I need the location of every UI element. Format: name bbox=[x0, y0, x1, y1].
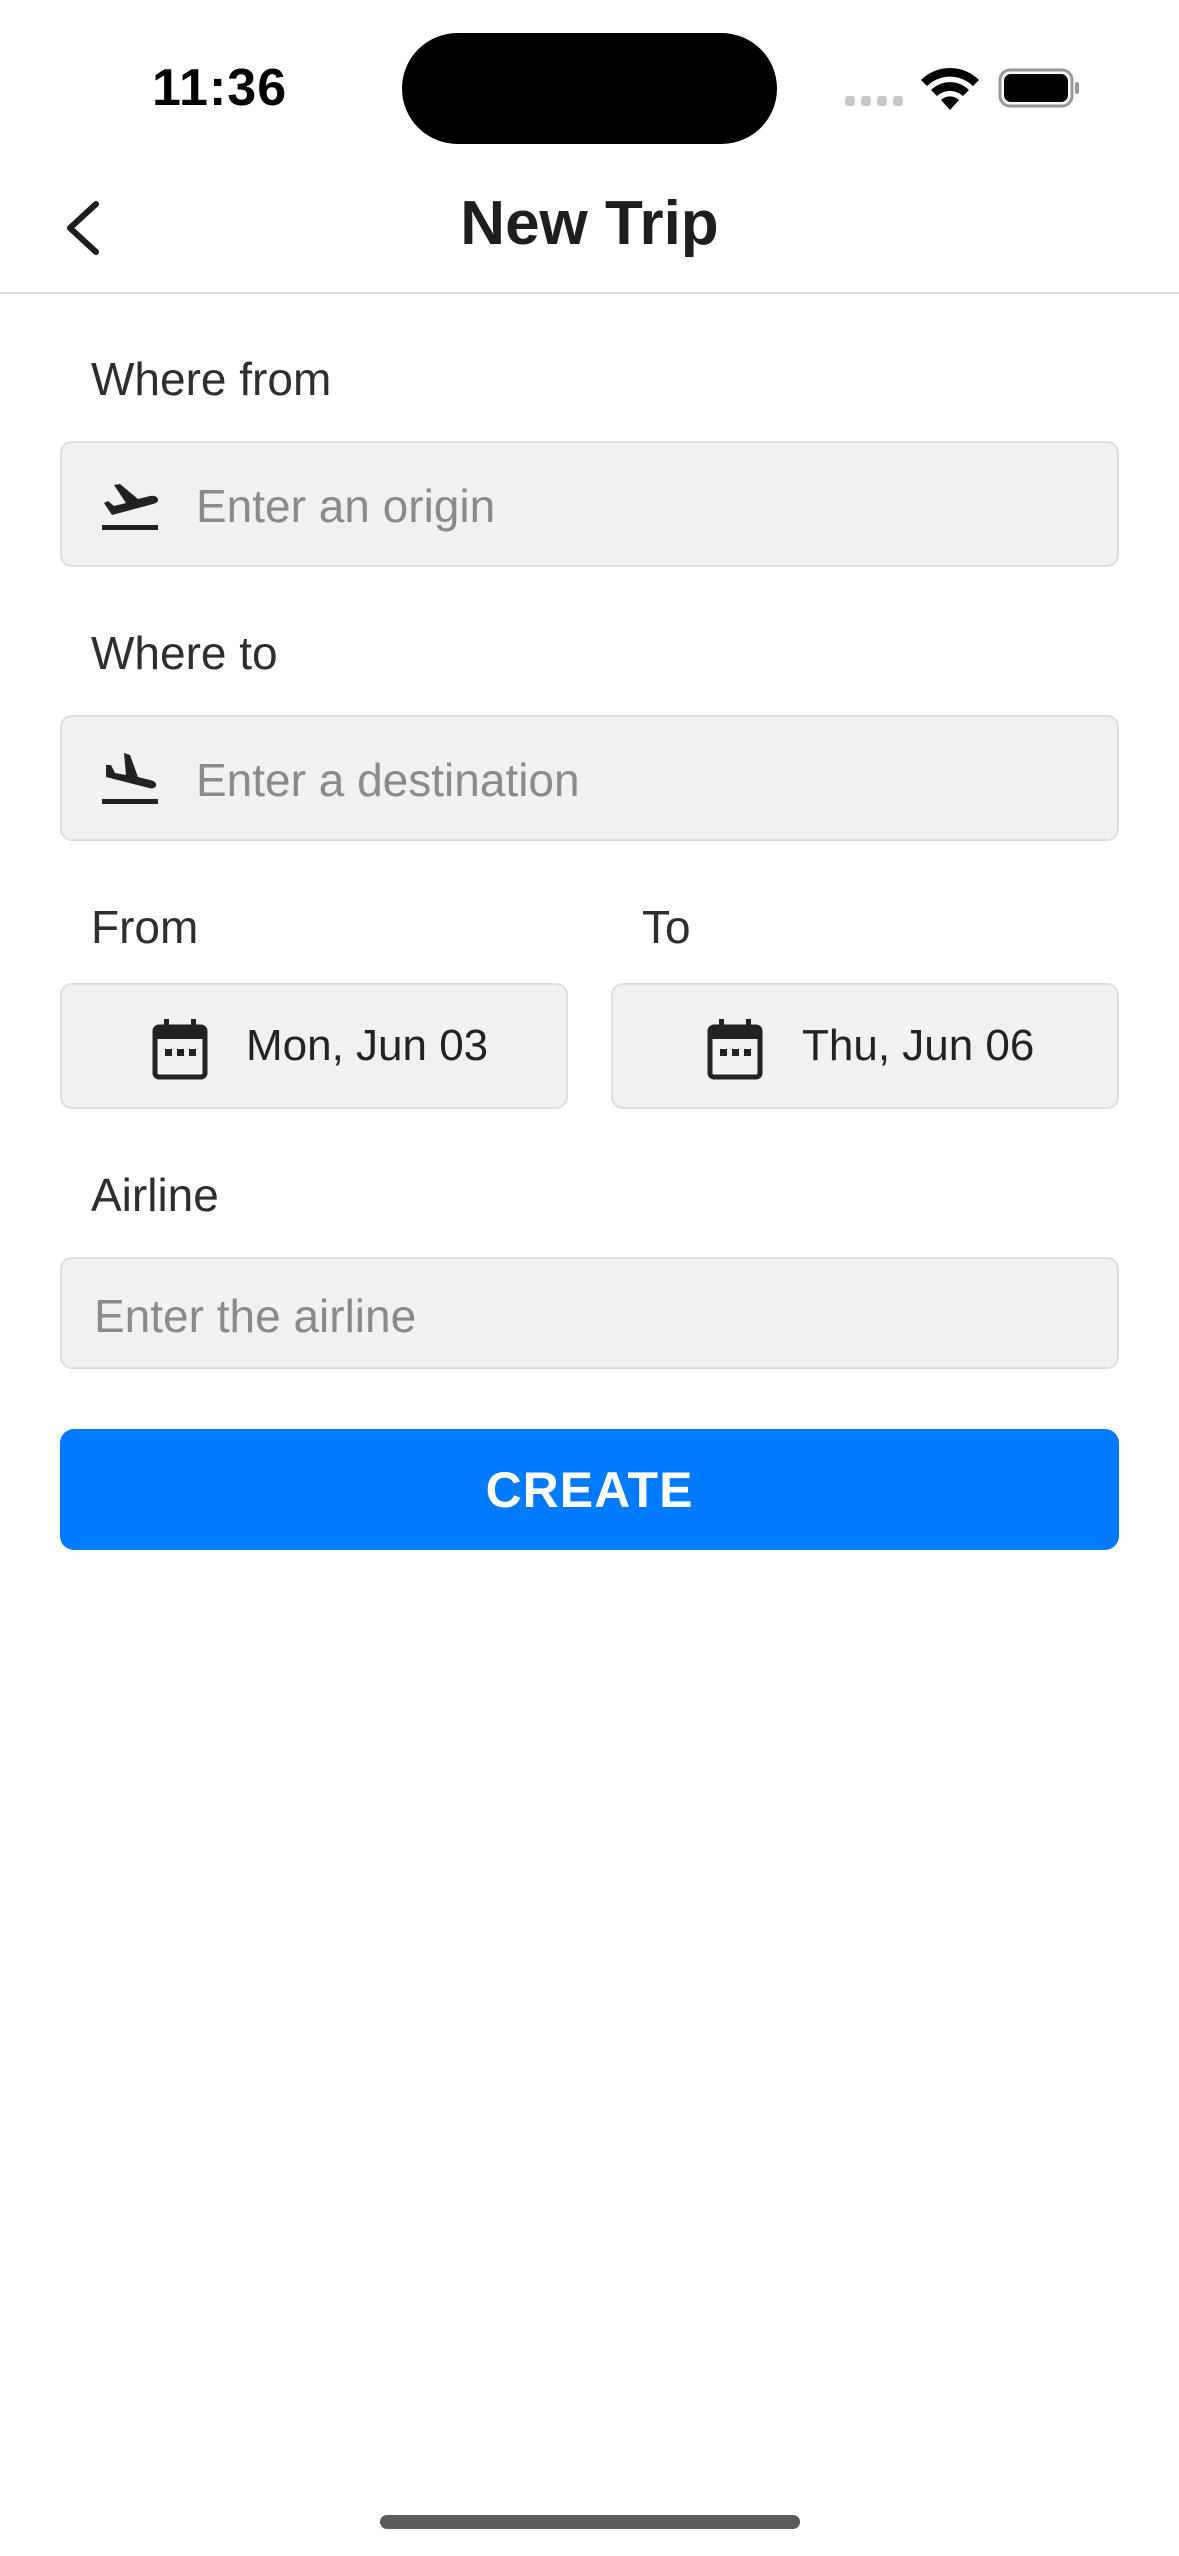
to-date-picker[interactable]: Thu, Jun 06 bbox=[611, 983, 1119, 1109]
create-button[interactable]: CREATE bbox=[60, 1429, 1119, 1550]
from-date-label: From bbox=[91, 901, 199, 953]
destination-input[interactable]: Enter a destination bbox=[60, 715, 1119, 841]
page-title: New Trip bbox=[460, 189, 719, 258]
origin-label: Where from bbox=[91, 353, 332, 405]
battery-icon bbox=[998, 68, 1079, 108]
origin-placeholder: Enter an origin bbox=[196, 480, 496, 532]
airline-input[interactable]: Enter the airline bbox=[60, 1257, 1119, 1369]
status-time: 11:36 bbox=[152, 59, 288, 117]
dynamic-island bbox=[402, 33, 777, 144]
airplane-takeoff-icon bbox=[102, 484, 158, 530]
airline-label: Airline bbox=[91, 1169, 219, 1221]
new-trip-screen: 11:36 New Trip Where from Enter an origi… bbox=[0, 0, 1179, 2556]
calendar-icon bbox=[707, 1019, 763, 1080]
to-date-value: Thu, Jun 06 bbox=[802, 1021, 1035, 1070]
origin-input[interactable]: Enter an origin bbox=[60, 441, 1119, 567]
calendar-icon bbox=[152, 1019, 208, 1080]
wifi-icon bbox=[921, 67, 979, 110]
destination-placeholder: Enter a destination bbox=[196, 754, 580, 806]
home-indicator[interactable] bbox=[380, 2515, 800, 2529]
navigation-header: New Trip bbox=[0, 160, 1179, 294]
destination-label: Where to bbox=[91, 627, 278, 679]
cellular-signal-icon bbox=[845, 96, 903, 106]
to-date-label: To bbox=[642, 901, 691, 953]
airplane-landing-icon bbox=[102, 753, 158, 804]
airline-placeholder: Enter the airline bbox=[94, 1290, 417, 1342]
from-date-picker[interactable]: Mon, Jun 03 bbox=[60, 983, 568, 1109]
from-date-value: Mon, Jun 03 bbox=[246, 1021, 489, 1070]
